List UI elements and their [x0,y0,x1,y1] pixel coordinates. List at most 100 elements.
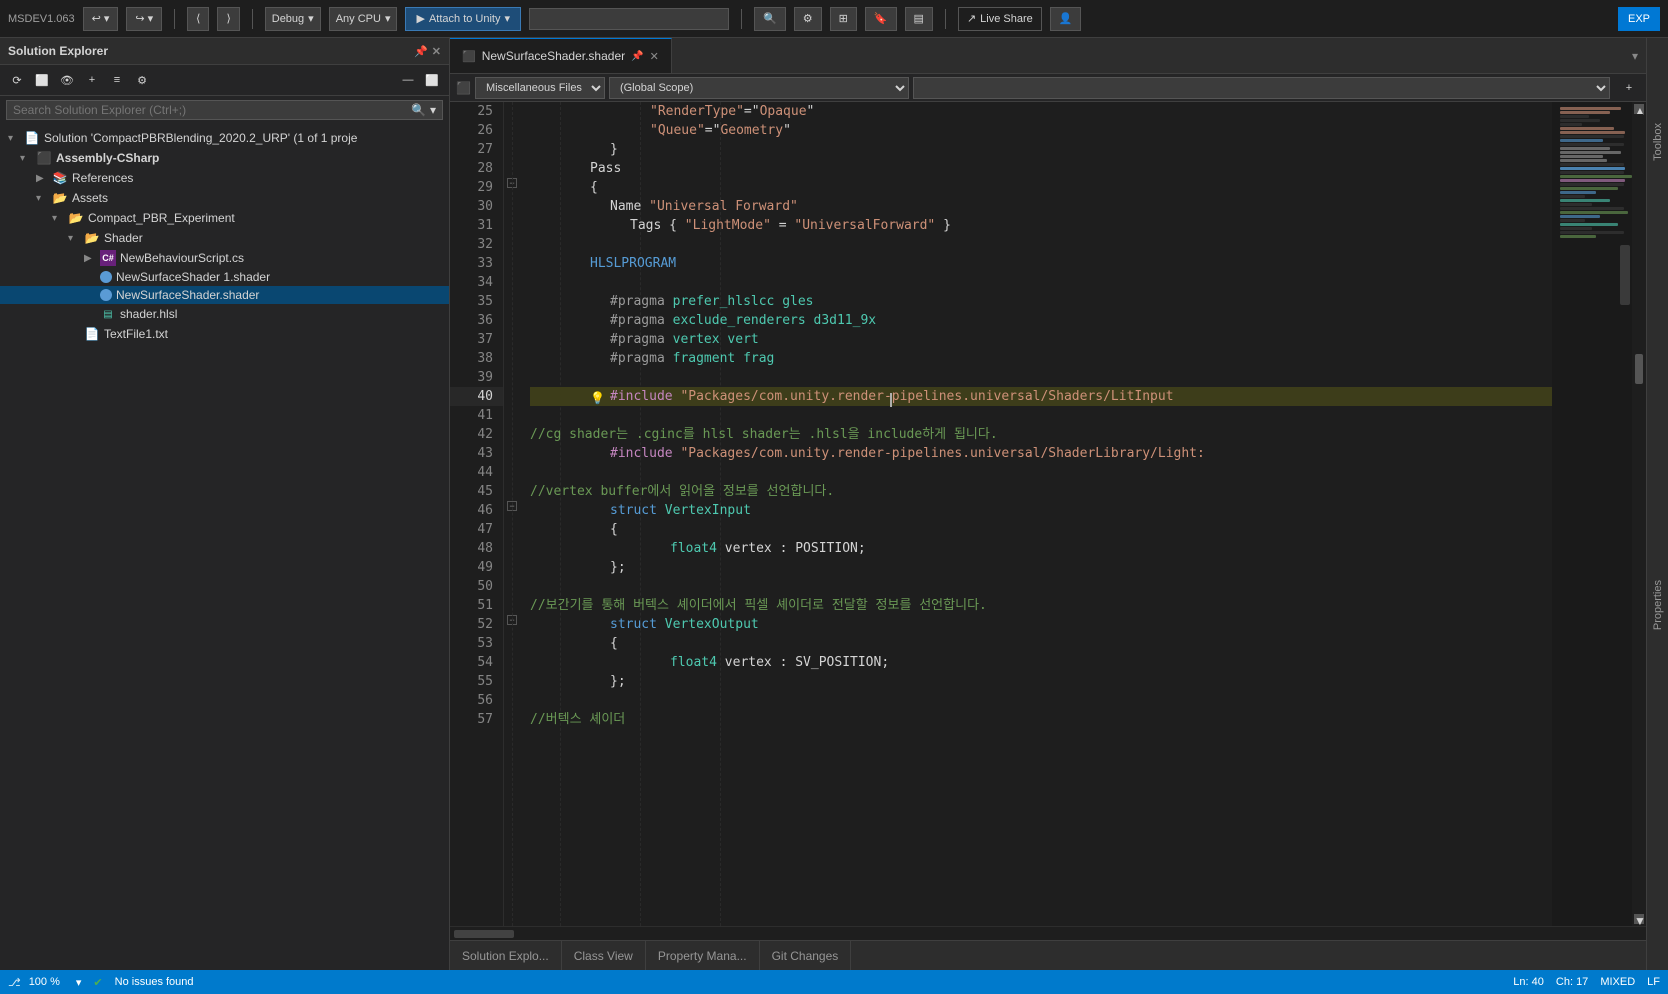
redo-button[interactable]: ↪ ▾ [126,7,162,31]
code-line-39 [530,368,1552,387]
forward-button[interactable]: ⟩ [217,7,239,31]
horizontal-scrollbar-area [450,926,1646,940]
rs-properties[interactable]: Properties [1650,244,1666,966]
mm-33 [1560,235,1596,238]
ln-57: 57 [450,710,503,729]
refs-arrow: ▶ [36,173,46,184]
cpu-dropdown[interactable]: Any CPU ▾ [329,7,398,31]
tab-dropdown[interactable]: ▾ [1624,38,1646,73]
btab-solution-explorer[interactable]: Solution Explo... [450,941,562,970]
solution-node[interactable]: ▾ 📄 Solution 'CompactPBRBlending_2020.2_… [0,128,449,148]
se-search-box[interactable]: 🔍 ▾ [6,100,443,120]
mm-28 [1560,215,1600,218]
rs-toolbox[interactable]: Toolbox [1650,42,1666,242]
shader1-node[interactable]: NewSurfaceShader 1.shader [0,268,449,286]
sb-zoom-dropdown[interactable]: ▾ [76,976,82,989]
mm-17 [1560,171,1624,174]
se-expand-btn[interactable]: ⬜ [421,69,443,91]
tab-pin-icon[interactable]: 📌 [631,51,643,62]
sb-left: ⎇ 100 % ▾ [8,976,81,989]
search-icon-btn[interactable]: 🔍 [754,7,786,31]
se-settings-btn[interactable]: ⚙ [131,69,153,91]
vertical-scrollbar[interactable]: ▲ ▼ [1632,102,1646,926]
mm-30 [1560,223,1618,226]
shader-folder-arrow: ▾ [68,233,78,244]
textfile-node[interactable]: 📄 TextFile1.txt [0,324,449,344]
h-scroll-thumb[interactable] [454,930,514,938]
tab-file-icon: ⬛ [462,50,476,63]
se-search-input[interactable] [13,103,407,117]
active-tab[interactable]: ⬛ NewSurfaceShader.shader 📌 ✕ [450,38,672,73]
bookmark-btn[interactable]: 🔖 [865,7,897,31]
debug-dropdown[interactable]: Debug ▾ [265,7,321,31]
mm-31 [1560,227,1592,230]
ln-31: 31 [450,216,503,235]
assets-node[interactable]: ▾ 📂 Assets [0,188,449,208]
scroll-up-btn[interactable]: ▲ [1634,104,1644,114]
exp-button[interactable]: EXP [1618,7,1660,31]
code-line-38: #pragma fragment frag [530,349,1552,368]
ln-34: 34 [450,273,503,292]
se-minus-btn[interactable]: — [397,69,419,91]
mm-7 [1560,131,1625,134]
debug-arrow: ▾ [308,12,314,25]
btab-property-manager[interactable]: Property Mana... [646,941,760,970]
cpu-label: Any CPU [336,13,381,25]
se-new-file-btn[interactable]: + [81,69,103,91]
settings-icon-btn[interactable]: ⚙ [794,7,822,31]
nav-file-icon: ⬛ [456,81,471,95]
ln-50: 50 [450,577,503,596]
scroll-thumb[interactable] [1635,354,1643,384]
se-show-all-btn[interactable]: 👁 [56,69,78,91]
se-header: Solution Explorer 📌 ✕ [0,38,449,65]
code-content[interactable]: "RenderType"="Opaque" "Queue"="Geometry"… [520,102,1552,926]
new-behaviour-node[interactable]: ▶ C# NewBehaviourScript.cs [0,248,449,268]
account-button[interactable]: 👤 [1050,7,1082,31]
h-scroll-track[interactable] [454,930,1642,938]
se-search-dropdown[interactable]: ▾ [430,103,436,117]
back-button[interactable]: ⟨ [187,7,209,31]
se-close-icon[interactable]: ✕ [432,45,441,58]
references-node[interactable]: ▶ 📚 References [0,168,449,188]
se-pin-icon[interactable]: 📌 [414,45,428,58]
nav-add-btn[interactable]: + [1618,77,1640,99]
mm-4 [1560,119,1600,122]
se-filter-btn[interactable]: ≡ [106,69,128,91]
refactor-btn[interactable]: ⊞ [830,7,857,31]
nav-member-select[interactable] [913,77,1610,99]
mm-18 [1560,175,1632,178]
btab-git-changes[interactable]: Git Changes [760,941,852,970]
shader-folder-node[interactable]: ▾ 📂 Shader [0,228,449,248]
assembly-node[interactable]: ▾ ⬛ Assembly-CSharp [0,148,449,168]
undo-icon: ↩ [92,12,101,25]
hlsl-node[interactable]: ▤ shader.hlsl [0,304,449,324]
shader1-icon [100,271,112,283]
tab-close-button[interactable]: ✕ [650,50,659,63]
ln-33: 33 [450,254,503,273]
minimap-thumb[interactable] [1620,245,1630,305]
shader-node-selected[interactable]: NewSurfaceShader.shader [0,286,449,304]
nav-misc-select[interactable]: Miscellaneous Files [475,77,605,99]
undo-button[interactable]: ↩ ▾ [83,7,119,31]
compact-pbr-node[interactable]: ▾ 📂 Compact_PBR_Experiment [0,208,449,228]
scroll-down-btn[interactable]: ▼ [1634,914,1644,924]
sb-zoom: 100 % [29,976,60,988]
btab-class-label: Class View [574,949,633,963]
attach-unity-button[interactable]: ▶ Attach to Unity ▾ [405,7,521,31]
search-box[interactable] [529,8,729,30]
code-line-29: { [530,178,1552,197]
assets-folder-icon: 📂 [52,190,68,206]
scroll-track[interactable] [1635,114,1643,914]
se-sync-btn[interactable]: ⟳ [6,69,28,91]
se-prop-btn[interactable]: ⬜ [31,69,53,91]
toolbar-icon-btn2[interactable]: ▤ [905,7,933,31]
ln-45: 45 [450,482,503,501]
play-icon: ▶ [416,12,424,25]
live-share-button[interactable]: ↗ Live Share [958,7,1042,31]
assembly-icon: ⬛ [36,150,52,166]
text-cursor [890,393,892,407]
nav-scope-select[interactable]: (Global Scope) [609,77,909,99]
btab-class-view[interactable]: Class View [562,941,646,970]
bottom-tabs: Solution Explo... Class View Property Ma… [450,940,1646,970]
mm-23 [1560,195,1585,198]
